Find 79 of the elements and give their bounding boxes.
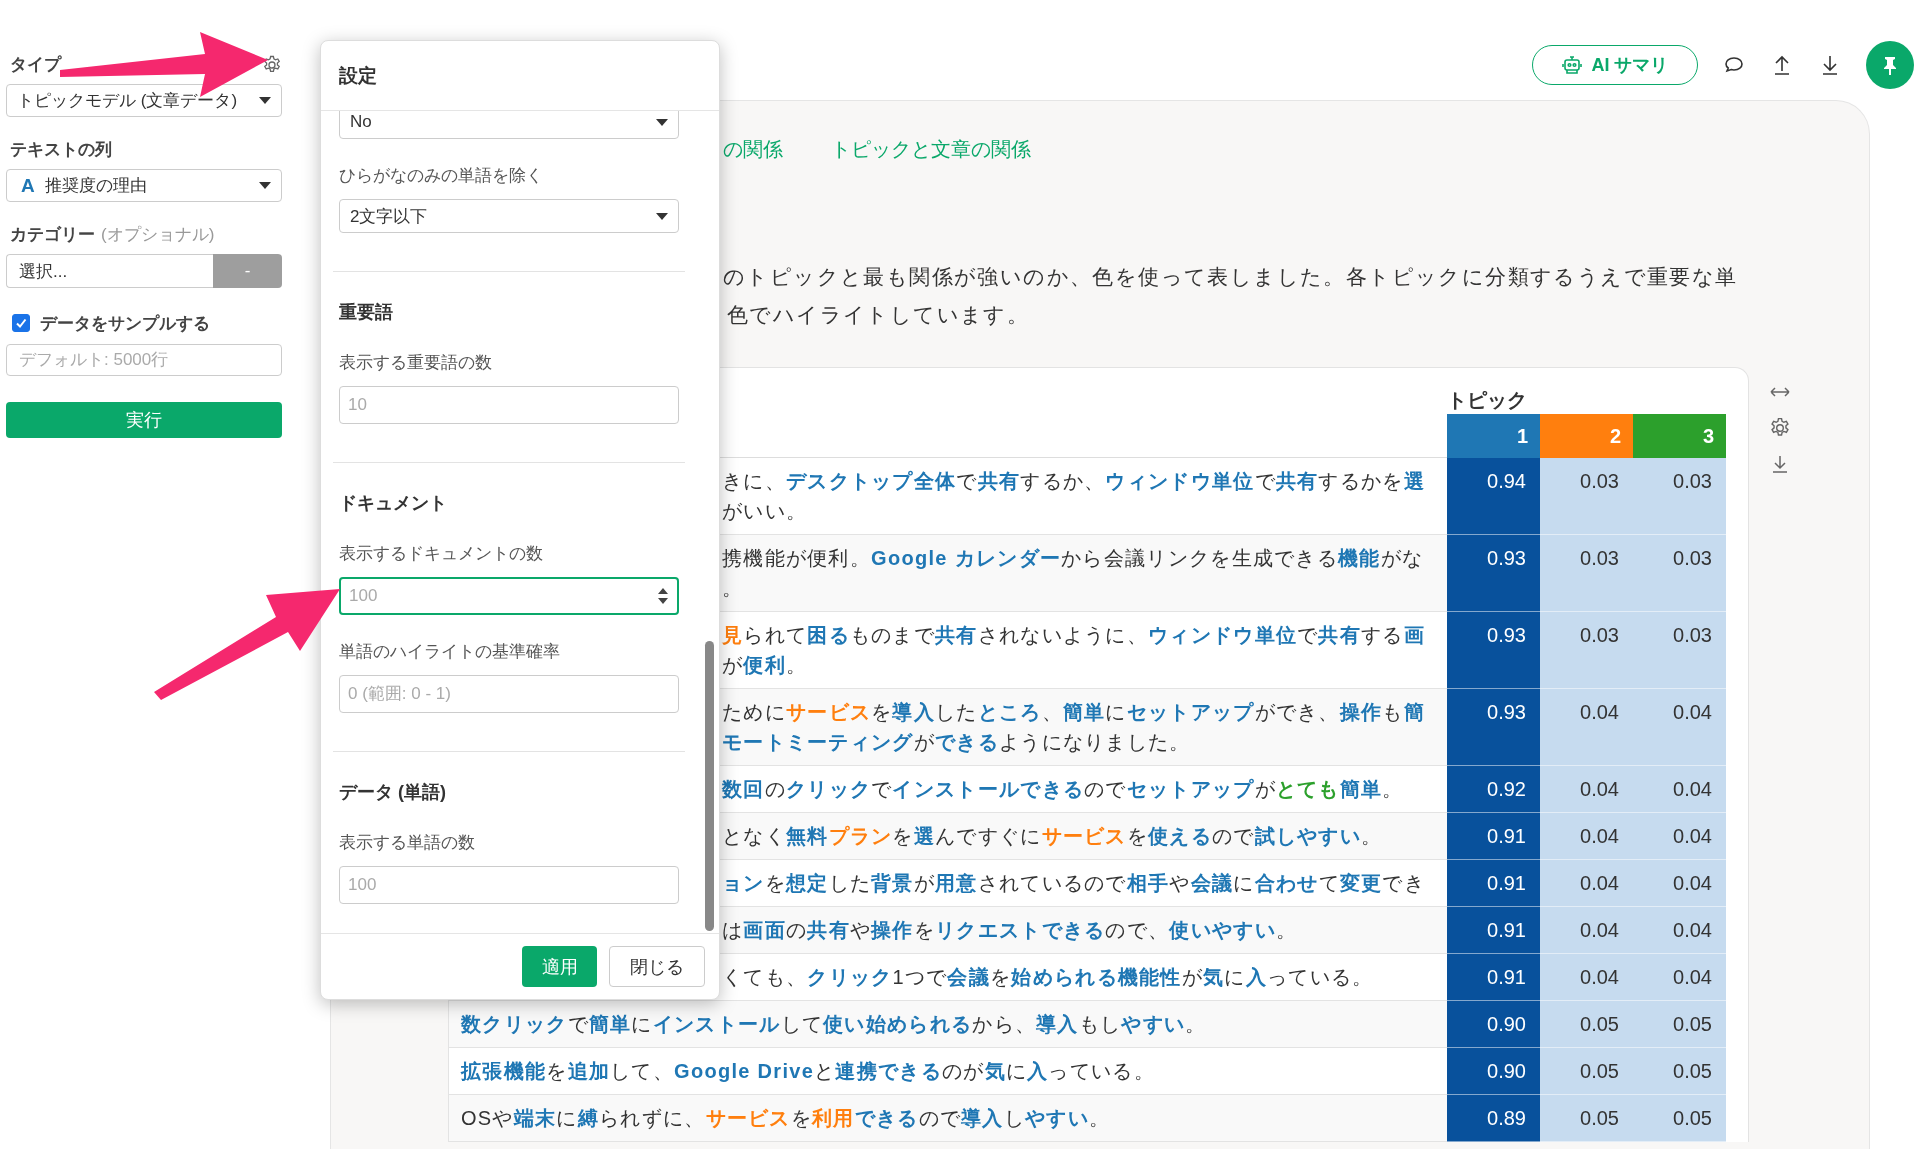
- optional-note: (オプショナル): [101, 224, 215, 246]
- pin-button[interactable]: [1866, 41, 1914, 89]
- score-cell: 0.04: [1633, 860, 1726, 907]
- section-title: ドキュメント: [339, 492, 448, 515]
- score-cell: 0.91: [1447, 860, 1540, 907]
- score-cell: 0.91: [1447, 907, 1540, 954]
- score-cell: 0.04: [1540, 954, 1633, 1001]
- close-button[interactable]: 閉じる: [609, 946, 705, 987]
- score-cell: 0.94: [1447, 458, 1540, 535]
- column-group-header: トピック: [1447, 388, 1528, 413]
- score-cell: 0.04: [1540, 689, 1633, 766]
- score-cell: 0.04: [1540, 860, 1633, 907]
- clear-button[interactable]: -: [213, 254, 282, 288]
- score-cell: 0.90: [1447, 1001, 1540, 1048]
- table-cell: 数クリック で簡単に インストール して使い始められるから、導入 もしやすい。: [449, 1001, 1447, 1048]
- score-cell: 0.05: [1633, 1048, 1726, 1095]
- score-cell: 0.05: [1540, 1001, 1633, 1048]
- score-cell: 0.05: [1633, 1001, 1726, 1048]
- checkbox[interactable]: [12, 314, 30, 332]
- score-cell: 0.89: [1447, 1095, 1540, 1142]
- apply-button[interactable]: 適用: [522, 946, 597, 987]
- field-label: 表示する重要語の数: [339, 352, 493, 374]
- score-cell: 0.05: [1540, 1095, 1633, 1142]
- section-title: データ (単語): [339, 781, 447, 804]
- score-cell: 0.04: [1633, 907, 1726, 954]
- score-cell: 0.93: [1447, 612, 1540, 689]
- input-field[interactable]: 100: [339, 866, 679, 904]
- score-cell: 0.03: [1540, 458, 1633, 535]
- scrollbar-thumb[interactable]: [705, 641, 714, 931]
- column-header[interactable]: 1: [1447, 414, 1540, 458]
- column-header[interactable]: 2: [1540, 414, 1633, 458]
- field-label: ひらがなのみの単語を除く: [339, 165, 544, 187]
- score-cell: 0.04: [1633, 954, 1726, 1001]
- score-cell: 0.03: [1633, 535, 1726, 612]
- settings-icon[interactable]: [262, 55, 282, 75]
- description-text: のトピックと最も関係が強いのか、色を使って表しました。各トピックに分類するうえで重要な単: [723, 264, 1738, 290]
- field-label: テキストの列: [10, 139, 112, 161]
- score-cell: 0.93: [1447, 689, 1540, 766]
- score-cell: 0.92: [1447, 766, 1540, 813]
- dropdown[interactable]: 2文字以下: [339, 199, 679, 233]
- check-icon: [15, 317, 27, 329]
- run-button[interactable]: 実行: [6, 402, 282, 438]
- input-field[interactable]: 0 (範囲: 0 - 1): [339, 675, 679, 713]
- dropdown[interactable]: No: [339, 111, 679, 139]
- score-cell: 0.03: [1540, 612, 1633, 689]
- type-dropdown[interactable]: トピックモデル (文章データ): [6, 84, 282, 117]
- dialog-title: 設定: [339, 63, 377, 88]
- category-field[interactable]: 選択...: [6, 254, 213, 288]
- ai-summary-button[interactable]: AI サマリ: [1532, 45, 1698, 85]
- score-cell: 0.04: [1633, 813, 1726, 860]
- field-label: タイプ: [10, 54, 61, 76]
- score-cell: 0.93: [1447, 535, 1540, 612]
- field-label: カテゴリー: [10, 224, 95, 246]
- column-dropdown[interactable]: A 推奨度の理由: [6, 169, 282, 202]
- score-cell: 0.90: [1447, 1048, 1540, 1095]
- score-cell: 0.04: [1540, 907, 1633, 954]
- column-header[interactable]: 3: [1633, 414, 1726, 458]
- input-field[interactable]: 100: [339, 577, 679, 615]
- score-cell: 0.03: [1633, 612, 1726, 689]
- section-title: 重要語: [339, 301, 394, 324]
- tab[interactable]: の関係: [723, 136, 783, 162]
- checkbox-label: データをサンプルする: [40, 312, 210, 335]
- tab[interactable]: トピックと文章の関係: [831, 136, 1031, 162]
- score-cell: 0.04: [1540, 813, 1633, 860]
- description-text: 色でハイライトしています。: [727, 302, 1030, 328]
- settings-icon[interactable]: [1769, 417, 1791, 439]
- score-cell: 0.03: [1633, 458, 1726, 535]
- score-cell: 0.05: [1633, 1095, 1726, 1142]
- table-cell: OSや端末に縛られずに、サービス を利用できるので導入 しやすい。: [449, 1095, 1447, 1142]
- sample-size-field[interactable]: デフォルト: 5000行: [6, 344, 282, 376]
- score-cell: 0.05: [1540, 1048, 1633, 1095]
- score-cell: 0.91: [1447, 813, 1540, 860]
- robot-icon: [1561, 54, 1584, 76]
- score-cell: 0.04: [1633, 766, 1726, 813]
- score-cell: 0.04: [1540, 766, 1633, 813]
- score-cell: 0.91: [1447, 954, 1540, 1001]
- input-field[interactable]: 10: [339, 386, 679, 424]
- score-cell: 0.04: [1633, 689, 1726, 766]
- score-cell: 0.03: [1540, 535, 1633, 612]
